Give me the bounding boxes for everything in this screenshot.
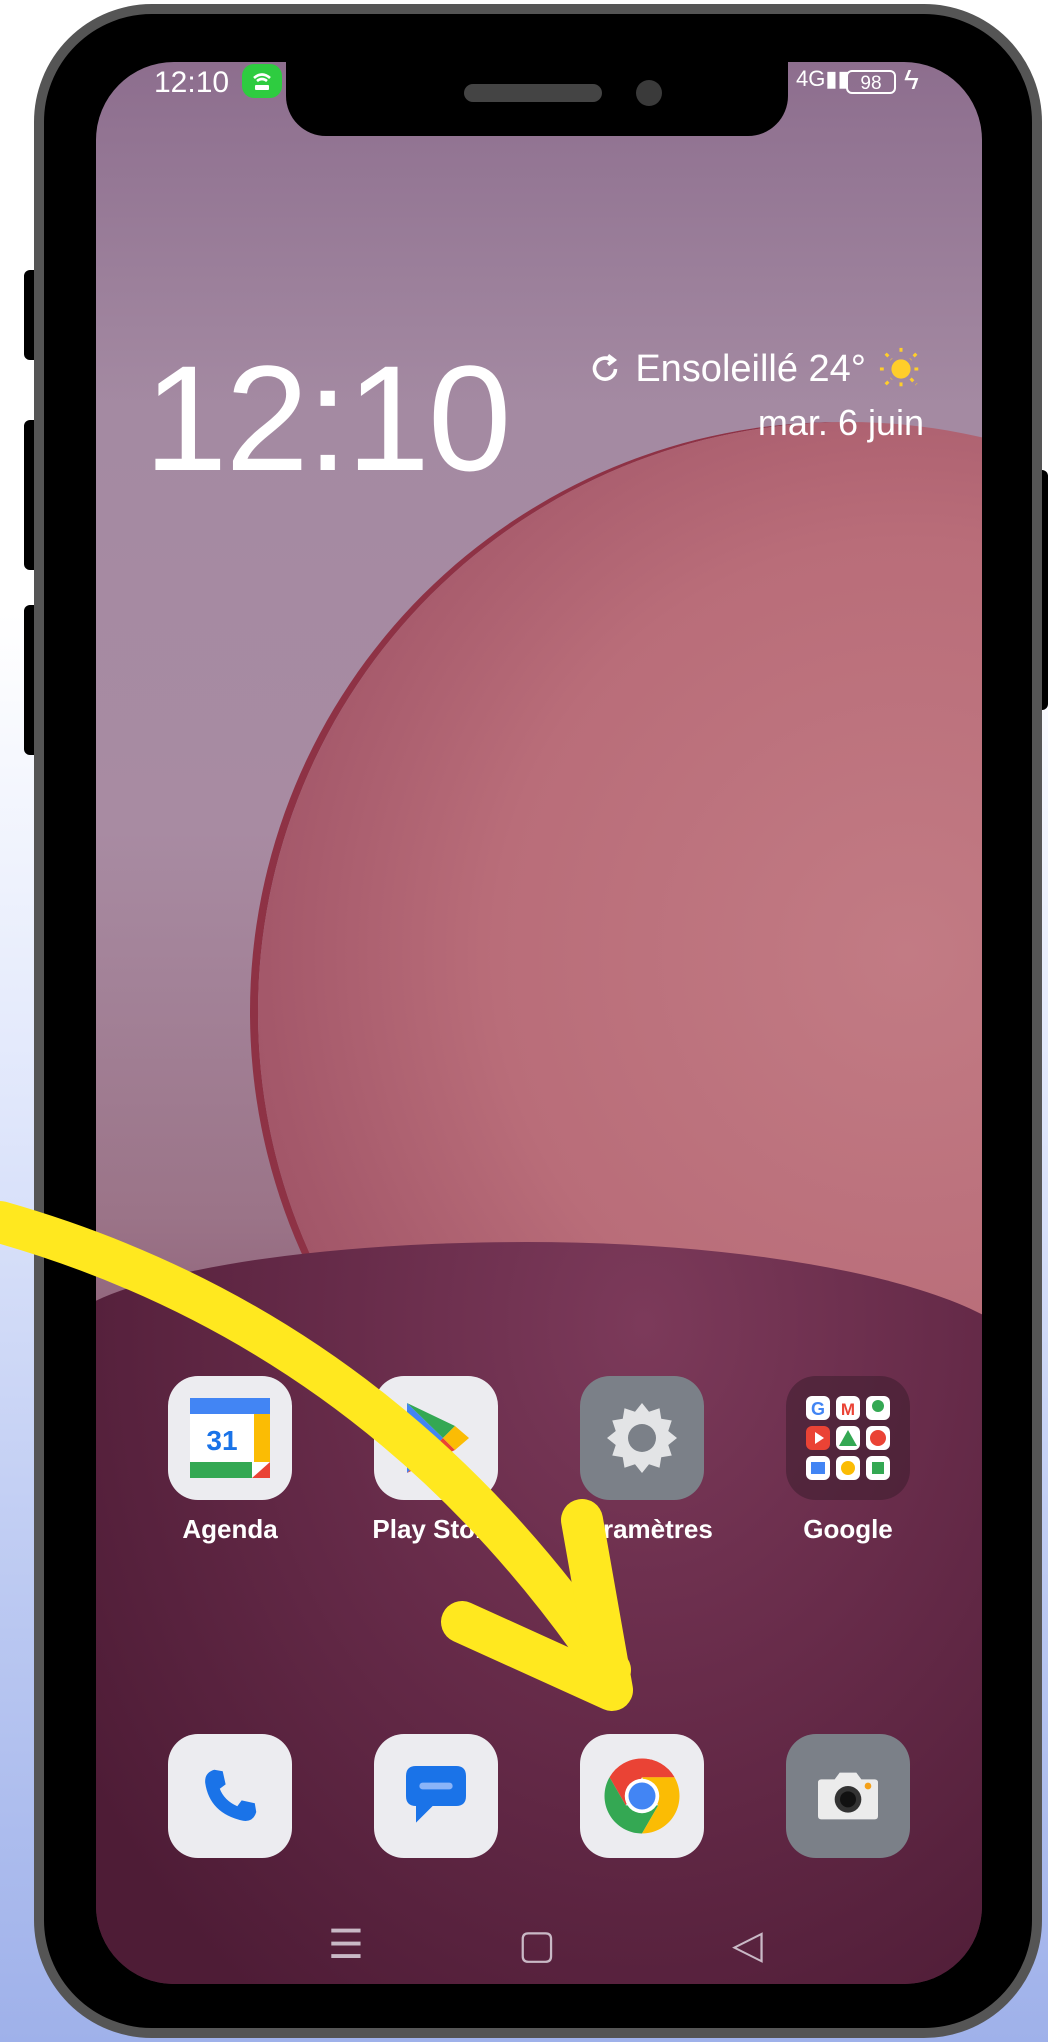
annotation-arrow: [0, 1201, 633, 1711]
